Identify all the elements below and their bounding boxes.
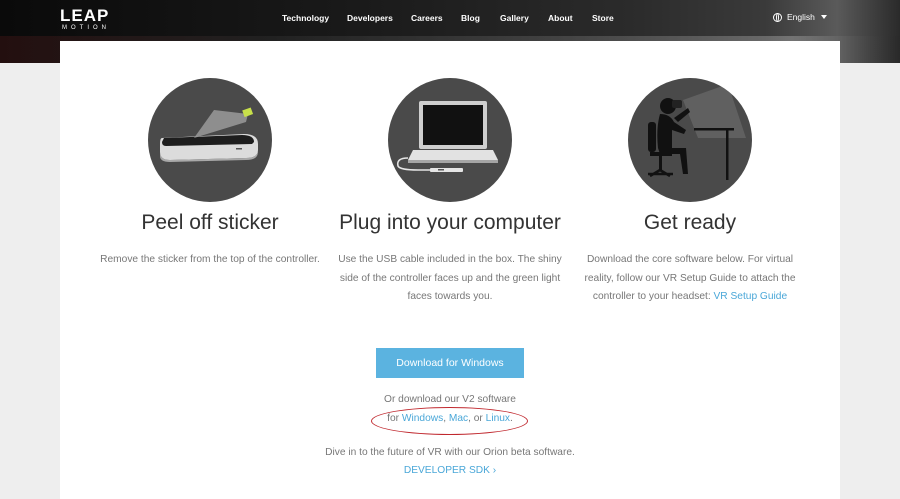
language-label: English — [787, 12, 815, 22]
step-3-desc-line: Download the core software below. For vi… — [586, 254, 794, 265]
chevron-down-icon — [820, 15, 827, 19]
leap-motion-logo[interactable]: LEAP MOTION — [60, 7, 110, 32]
developer-sdk-wrapper: DEVELOPER SDK › — [60, 465, 840, 476]
step-2-desc-line: faces towards you. — [407, 291, 493, 302]
language-selector[interactable]: English — [773, 12, 827, 22]
step-1-description: Remove the sticker from the top of the c… — [80, 251, 340, 270]
nav-store[interactable]: Store — [592, 13, 614, 23]
orion-text: Dive in to the future of VR with our Ori… — [325, 447, 575, 458]
v2-download-text: Or download our V2 software — [384, 394, 516, 405]
step-3-description: Download the core software below. For vi… — [565, 251, 815, 307]
logo-subtext: MOTION — [62, 25, 110, 31]
step-2-desc-line: Use the USB cable included in the box. T… — [338, 254, 562, 265]
step-2-description: Use the USB cable included in the box. T… — [325, 251, 575, 307]
laptop-plug-illustration — [388, 78, 512, 202]
step-3-title: Get ready — [643, 211, 737, 234]
nav-blog[interactable]: Blog — [461, 13, 480, 23]
annotation-ellipse — [371, 407, 528, 435]
vr-setup-guide-link[interactable]: VR Setup Guide — [714, 291, 788, 302]
controller-sticker-illustration — [148, 78, 272, 202]
step-1-title: Peel off sticker — [141, 211, 279, 234]
nav-about[interactable]: About — [548, 13, 573, 23]
step-1-desc-line: Remove the sticker from the top of the c… — [100, 254, 320, 265]
step-3-desc-line: reality, follow our VR Setup Guide to at… — [584, 272, 796, 284]
step-2-desc-line: side of the controller faces up and the … — [339, 272, 561, 284]
step-3-desc-line-last: controller to your headset: VR Setup Gui… — [565, 288, 815, 307]
logo-wordmark: LEAP — [60, 6, 110, 25]
step-3-desc-text: controller to your headset: — [592, 291, 714, 302]
setup-panel: Peel off sticker Remove the sticker from… — [60, 41, 840, 499]
developer-sdk-link[interactable]: DEVELOPER SDK › — [404, 465, 496, 476]
nav-gallery[interactable]: Gallery — [500, 13, 529, 23]
vr-user-illustration — [628, 78, 752, 202]
nav-careers[interactable]: Careers — [411, 13, 443, 23]
nav-developers[interactable]: Developers — [347, 13, 393, 23]
globe-icon — [773, 12, 782, 22]
nav-technology[interactable]: Technology — [282, 13, 329, 23]
step-2-title: Plug into your computer — [339, 211, 561, 234]
download-windows-button[interactable]: Download for Windows — [376, 348, 524, 378]
